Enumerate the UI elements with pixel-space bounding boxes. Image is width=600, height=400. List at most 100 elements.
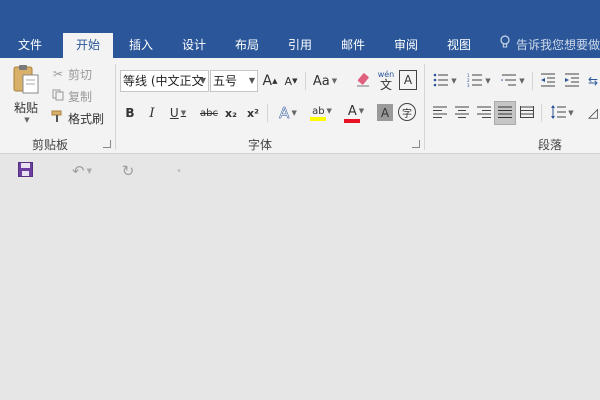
undo-button[interactable]: ↶ ▼	[64, 162, 100, 180]
cut-label: 剪切	[68, 67, 93, 82]
tab-review[interactable]: 审阅	[383, 33, 429, 58]
save-button[interactable]	[15, 162, 35, 180]
paste-button[interactable]: 粘贴 ▼	[8, 64, 44, 124]
tab-insert[interactable]: 插入	[118, 33, 164, 58]
distributed-icon	[520, 105, 534, 121]
enclose-characters-button[interactable]: 字	[398, 103, 416, 121]
font-size-combo[interactable]: 五号 ▼	[210, 70, 258, 92]
font-color-icon: A	[347, 103, 357, 119]
font-launcher-icon[interactable]	[412, 140, 420, 148]
customize-qat-icon: ▾	[177, 167, 181, 175]
font-name-dropdown-icon: ▼	[199, 76, 206, 85]
strikethrough-icon: abc	[200, 107, 218, 119]
bullets-button[interactable]: ▼	[430, 70, 460, 92]
copy-icon	[50, 89, 66, 104]
grow-font-icon: A	[262, 73, 273, 89]
subscript-icon: x₂	[225, 106, 237, 120]
font-name-value: 等线 (中文正文	[123, 74, 204, 88]
tab-layout[interactable]: 布局	[224, 33, 270, 58]
cut-button[interactable]: ✂ 剪切	[50, 65, 100, 83]
clipboard-group-label: 剪贴板	[31, 138, 68, 152]
ribbon-home: 粘贴 ▼ ✂ 剪切 复制 格式刷 剪贴板 等线 (中文正文 ▼ 五号 ▼ A ▲ …	[0, 58, 600, 154]
align-right-button[interactable]	[475, 103, 493, 123]
align-center-button[interactable]	[453, 103, 471, 123]
align-left-button[interactable]	[431, 103, 449, 123]
tab-home[interactable]: 开始	[63, 33, 113, 58]
redo-button[interactable]: ↻	[118, 162, 138, 180]
customize-qat-button[interactable]: ▾	[172, 164, 186, 178]
highlighter-icon: ab	[312, 105, 325, 117]
phonetic-guide-button[interactable]: wén 文	[376, 68, 396, 94]
quick-access-toolbar: ↶ ▼ ↻ ▾	[0, 154, 600, 188]
highlight-color-swatch	[310, 116, 326, 121]
tab-references[interactable]: 引用	[277, 33, 323, 58]
character-shading-button[interactable]: A	[377, 104, 393, 121]
scissors-icon: ✂	[52, 67, 64, 81]
underline-icon: U	[169, 106, 179, 120]
tab-file[interactable]: 文件	[8, 33, 52, 58]
font-size-value: 五号	[213, 74, 238, 88]
group-divider	[424, 64, 425, 150]
tell-me-text: 告诉我您想要做	[516, 38, 600, 52]
decrease-indent-button[interactable]	[538, 70, 558, 92]
bold-button[interactable]: B	[121, 102, 139, 124]
clear-formatting-button[interactable]	[353, 70, 373, 92]
subscript-button[interactable]: x₂	[222, 102, 240, 124]
divider	[267, 104, 268, 122]
tell-me-box[interactable]: 告诉我您想要做	[498, 33, 600, 58]
svg-text:3: 3	[467, 83, 470, 87]
font-color-button[interactable]: A ▼	[340, 102, 372, 124]
tab-design[interactable]: 设计	[171, 33, 217, 58]
clipboard-launcher-icon[interactable]	[103, 140, 111, 148]
line-spacing-icon	[550, 104, 567, 122]
tab-view[interactable]: 视图	[436, 33, 482, 58]
numbering-icon: 123	[467, 73, 483, 90]
shrink-font-icon: A	[284, 74, 293, 88]
character-border-button[interactable]: A	[399, 70, 417, 90]
underline-button[interactable]: U ▼	[165, 102, 191, 124]
line-spacing-button[interactable]: ▼	[547, 103, 577, 123]
text-effects-icon: A	[279, 104, 290, 123]
bullets-icon	[433, 73, 449, 90]
eraser-icon	[355, 72, 371, 91]
undo-icon: ↶	[72, 162, 85, 180]
font-group-label: 字体	[247, 138, 272, 152]
superscript-icon: x²	[247, 106, 259, 120]
redo-icon: ↻	[121, 162, 135, 180]
font-name-combo[interactable]: 等线 (中文正文 ▼	[120, 70, 209, 92]
shrink-font-button[interactable]: A ▼	[283, 70, 299, 92]
divider	[541, 104, 542, 122]
distributed-button[interactable]	[518, 103, 536, 123]
text-effects-button[interactable]: A ▼	[273, 102, 303, 124]
enclose-characters-icon: 字	[402, 108, 412, 120]
italic-button[interactable]: I	[143, 102, 161, 124]
increase-indent-button[interactable]	[562, 70, 582, 92]
strikethrough-button[interactable]: abc	[199, 102, 219, 124]
multilevel-list-button[interactable]: ▼	[498, 70, 528, 92]
change-case-button[interactable]: Aa ▼	[310, 70, 340, 92]
paragraph-group-label: 段落	[537, 138, 562, 152]
chinese-layout-button[interactable]: ⇆	[588, 70, 600, 92]
shading-button[interactable]: ◿	[588, 103, 600, 123]
superscript-button[interactable]: x²	[244, 102, 262, 124]
copy-button[interactable]: 复制	[50, 87, 100, 105]
grow-font-button[interactable]: A ▲	[262, 70, 278, 92]
justify-button[interactable]	[494, 101, 516, 125]
numbering-button[interactable]: 123 ▼	[464, 70, 494, 92]
character-border-icon: A	[403, 73, 413, 87]
format-painter-icon	[50, 110, 66, 126]
lightbulb-icon	[498, 33, 512, 57]
title-bar	[0, 0, 600, 33]
highlight-button[interactable]: ab ▼	[306, 102, 338, 124]
format-painter-button[interactable]: 格式刷	[50, 109, 106, 127]
divider	[532, 72, 533, 90]
divider	[305, 72, 306, 90]
ribbon-tabs: 文件 开始 插入 设计 布局 引用 邮件 审阅 视图 告诉我您想要做	[0, 33, 600, 58]
tab-mailings[interactable]: 邮件	[330, 33, 376, 58]
document-area	[0, 188, 600, 400]
save-icon	[17, 162, 33, 180]
multilevel-list-icon	[501, 73, 517, 90]
paste-dropdown-icon[interactable]: ▼	[24, 116, 29, 124]
align-center-icon	[455, 106, 469, 121]
character-shading-icon: A	[380, 105, 390, 120]
